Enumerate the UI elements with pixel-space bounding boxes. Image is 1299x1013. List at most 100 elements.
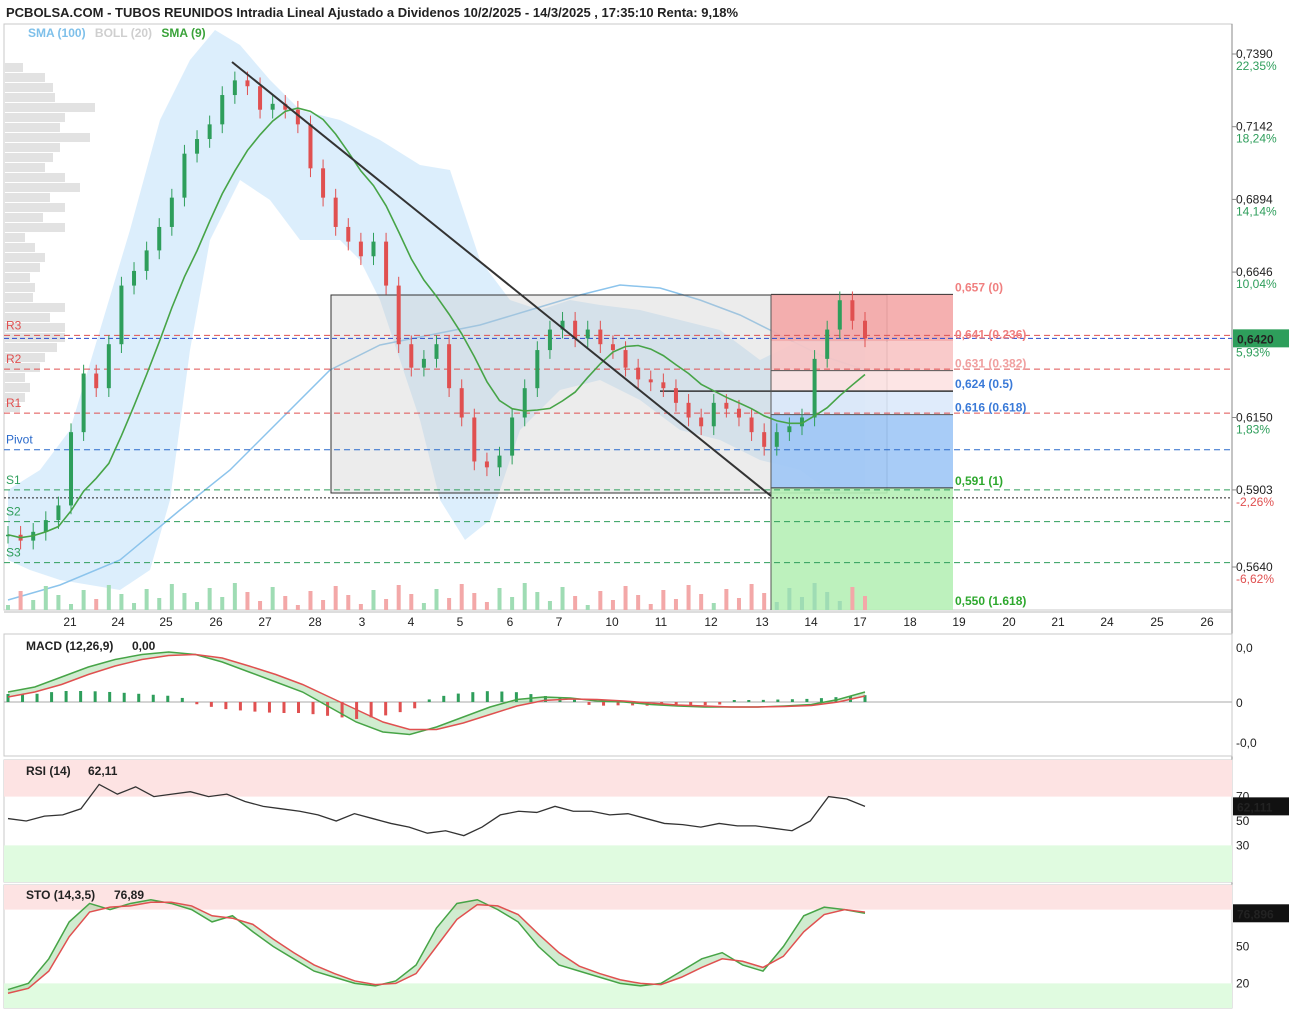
volume-bar [56, 595, 61, 610]
volume-profile-bar [5, 243, 35, 252]
volume-profile-bar [5, 223, 65, 232]
pivot-label-r3: R3 [6, 318, 22, 332]
sto-tick: 50 [1236, 940, 1250, 954]
volume-profile-bar [5, 293, 33, 302]
candle-body [812, 358, 817, 418]
volume-bar [43, 586, 48, 610]
volume-bar [258, 601, 263, 610]
candle-body [220, 95, 225, 125]
volume-bar [484, 602, 489, 610]
macd-histogram-bar [500, 691, 504, 702]
volume-bar [421, 603, 426, 610]
sto-title: STO (14,3,5) [26, 888, 95, 902]
volume-bar [396, 585, 401, 610]
fib-label: 0,624 (0.5) [955, 377, 1013, 391]
macd-histogram-bar [819, 698, 823, 702]
volume-bar [711, 603, 716, 610]
volume-profile-bar [5, 163, 45, 172]
volume-bar [232, 583, 237, 610]
candle-body [484, 461, 489, 468]
macd-histogram-bar [442, 695, 446, 702]
volume-profile-bar [5, 253, 45, 262]
macd-histogram-bar [776, 699, 780, 702]
candle-body [573, 320, 578, 339]
macd-histogram-bar [311, 702, 315, 715]
macd-histogram-bar [50, 692, 54, 702]
macd-fill [8, 652, 865, 735]
fib-zone-1 [771, 341, 953, 371]
volume-bar [749, 584, 754, 610]
macd-tick: 0 [1236, 696, 1243, 710]
x-tick-label: 26 [1200, 615, 1214, 629]
macd-histogram-bar [297, 702, 301, 713]
macd-histogram-bar [6, 694, 10, 702]
candle-body [132, 270, 137, 286]
macd-histogram-bar [195, 702, 199, 705]
volume-bar [409, 594, 414, 610]
rsi-title-value: 62,11 [88, 764, 118, 778]
volume-bar [510, 597, 515, 610]
volume-bar [132, 603, 137, 610]
volume-bar [346, 595, 351, 610]
volume-bar [799, 597, 804, 610]
volume-profile-bar [5, 73, 45, 82]
macd-histogram-bar [485, 691, 489, 702]
candle-body [308, 124, 313, 169]
candle-body [106, 344, 111, 389]
macd-histogram-bar [166, 695, 170, 702]
x-tick-label: 13 [755, 615, 769, 629]
candle-body [119, 285, 124, 345]
rsi-title: RSI (14) [26, 764, 71, 778]
volume-profile-bar [5, 153, 53, 162]
candle-body [69, 432, 74, 506]
pivot-label-pivot: Pivot [6, 433, 33, 447]
x-tick-label: 25 [1150, 615, 1164, 629]
candle-body [585, 329, 590, 339]
macd-histogram-bar [732, 700, 736, 702]
fib-label: 0,550 (1.618) [955, 594, 1026, 608]
candle-body [762, 432, 767, 447]
last-price-value: 0,6420 [1237, 332, 1274, 346]
x-tick-label: 18 [903, 615, 917, 629]
volume-profile-bar [5, 183, 80, 192]
macd-histogram-bar [282, 702, 286, 713]
volume-profile-bar [5, 343, 57, 352]
fib-zone-4 [771, 414, 953, 488]
x-tick-label: 14 [804, 615, 818, 629]
y-tick-pct: 1,83% [1236, 422, 1270, 436]
candle-body [673, 388, 678, 403]
volume-bar [522, 583, 527, 610]
candle-body [837, 300, 842, 330]
volume-profile-bar [5, 93, 55, 102]
candle-body [371, 241, 376, 257]
volume-bar [560, 587, 565, 610]
macd-histogram-bar [398, 702, 402, 713]
macd-title: MACD (12,26,9) [26, 639, 113, 653]
macd-histogram-bar [703, 702, 707, 706]
macd-histogram-bar [761, 699, 765, 702]
macd-histogram-bar [93, 691, 97, 702]
macd-histogram-bar [413, 702, 417, 709]
macd-histogram-bar [471, 692, 475, 702]
candle-body [774, 432, 779, 447]
fib-label: 0,591 (1) [955, 474, 1003, 488]
volume-bar [623, 586, 628, 610]
macd-histogram-bar [718, 702, 722, 705]
volume-bar [673, 599, 678, 610]
candle-body [825, 329, 830, 359]
candle-body [384, 241, 389, 286]
volume-bar [724, 589, 729, 610]
macd-histogram-bar [209, 702, 213, 707]
volume-bar [295, 605, 300, 610]
macd-histogram-bar [790, 699, 794, 702]
volume-bar [182, 593, 187, 610]
candle-body [409, 344, 414, 368]
macd-line [7, 651, 866, 736]
volume-profile-bar [5, 133, 90, 142]
volume-bar [119, 594, 124, 610]
macd-panel: MACD (12,26,9) 0,00 0,00-0,0 [3, 633, 1257, 757]
volume-profile-bar [5, 233, 25, 242]
y-tick-pct: 10,04% [1236, 277, 1277, 291]
sto-panel: STO (14,3,5)76,8980502076,896 [3, 884, 1289, 1009]
y-tick-pct: 18,24% [1236, 132, 1277, 146]
